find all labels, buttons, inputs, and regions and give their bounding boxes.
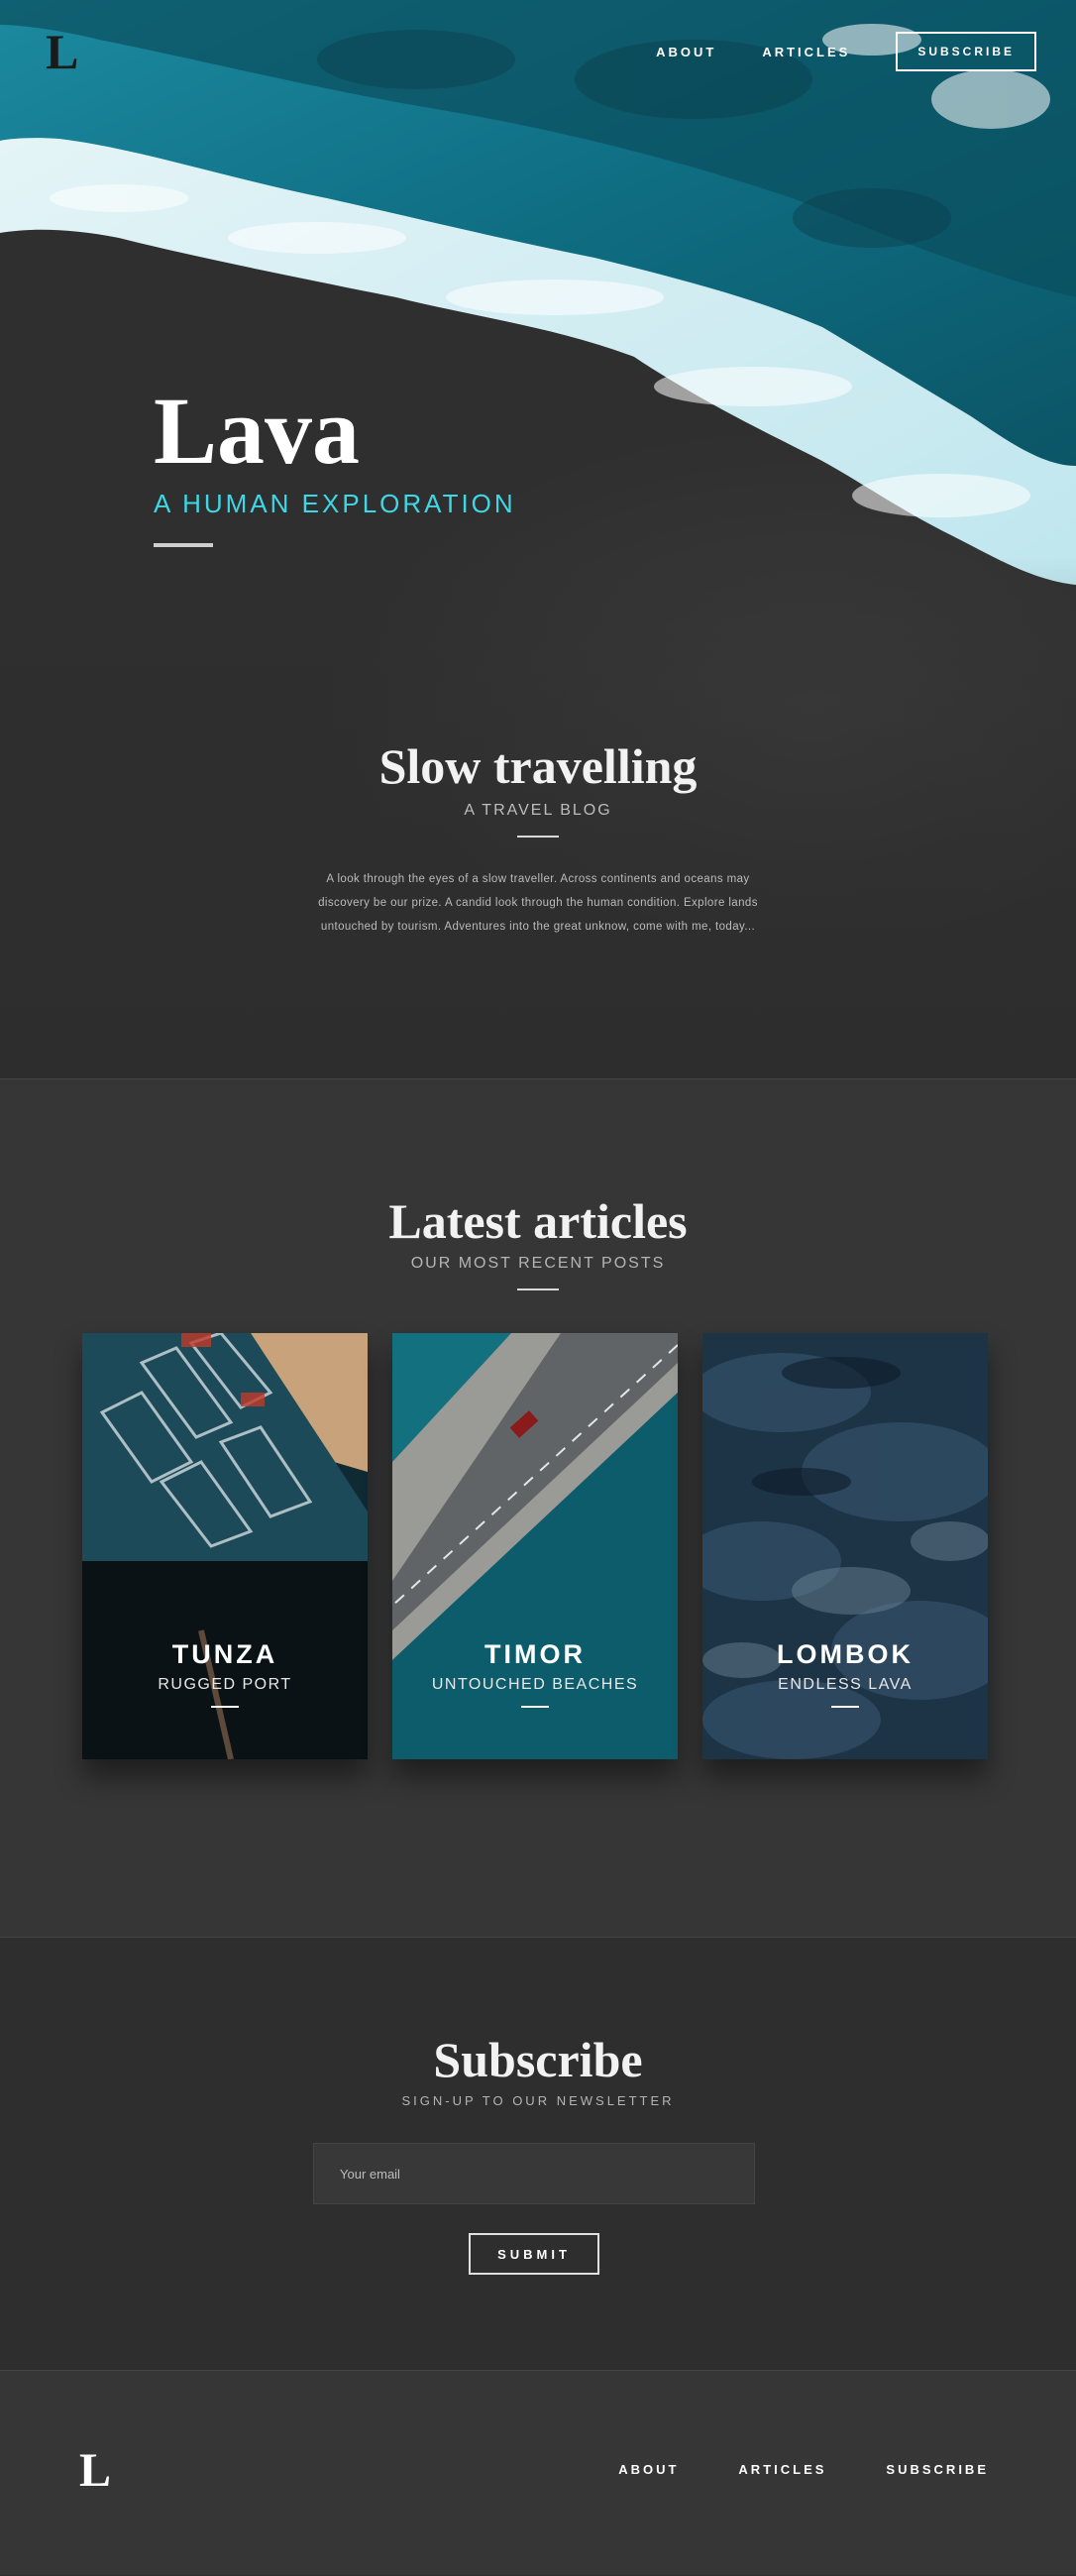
article-cards: TUNZA RUGGED PORT TIMOR UNTOUCHED BEACHE… bbox=[82, 1333, 994, 1759]
intro-subtitle: A TRAVEL BLOG bbox=[464, 802, 612, 819]
brand-title: Lava bbox=[154, 378, 361, 484]
top-nav: L ABOUT ARTICLES SUBSCRIBE bbox=[0, 27, 1076, 76]
brand-subtitle: A HUMAN EXPLORATION bbox=[154, 489, 516, 518]
articles-subtitle: OUR MOST RECENT POSTS bbox=[410, 1255, 666, 1272]
subscribe-subtitle: SIGN-UP TO OUR NEWSLETTER bbox=[401, 2093, 675, 2108]
footer-logo[interactable]: L bbox=[79, 2446, 111, 2496]
logo[interactable]: L bbox=[46, 27, 78, 76]
subscribe-header: Subscribe SIGN-UP TO OUR NEWSLETTER bbox=[0, 2032, 1076, 2108]
article-card-tunza[interactable]: TUNZA RUGGED PORT bbox=[82, 1333, 368, 1759]
articles-title: Latest articles bbox=[388, 1193, 688, 1249]
articles-divider bbox=[517, 1288, 559, 1290]
subscribe-section: Subscribe SIGN-UP TO OUR NEWSLETTER Your… bbox=[0, 1938, 1076, 2371]
articles-header: Latest articles OUR MOST RECENT POSTS bbox=[0, 1193, 1076, 1290]
footer-articles-link[interactable]: ARTICLES bbox=[738, 2462, 826, 2477]
article-card-lombok[interactable]: LOMBOK ENDLESS LAVA bbox=[702, 1333, 988, 1759]
subscribe-title: Subscribe bbox=[433, 2032, 643, 2087]
footer: L ABOUT ARTICLES SUBSCRIBE bbox=[0, 2371, 1076, 2575]
intro-title: Slow travelling bbox=[378, 738, 698, 794]
card-text: LOMBOK ENDLESS LAVA bbox=[702, 1639, 988, 1708]
card-subtitle: UNTOUCHED BEACHES bbox=[431, 1676, 639, 1693]
card-divider bbox=[831, 1706, 859, 1708]
submit-button[interactable]: SUBMIT bbox=[469, 2233, 599, 2275]
card-title: TUNZA bbox=[171, 1639, 278, 1669]
footer-links: ABOUT ARTICLES SUBSCRIBE bbox=[559, 2462, 989, 2477]
brand-block: Lava A HUMAN EXPLORATION bbox=[154, 382, 516, 547]
card-subtitle: ENDLESS LAVA bbox=[778, 1676, 913, 1693]
footer-about-link[interactable]: ABOUT bbox=[618, 2462, 679, 2477]
nav-about-link[interactable]: ABOUT bbox=[656, 45, 716, 59]
footer-subscribe-link[interactable]: SUBSCRIBE bbox=[886, 2462, 989, 2477]
article-card-timor[interactable]: TIMOR UNTOUCHED BEACHES bbox=[392, 1333, 678, 1759]
intro-block: Slow travelling A TRAVEL BLOG A look thr… bbox=[0, 738, 1076, 939]
card-text: TIMOR UNTOUCHED BEACHES bbox=[392, 1639, 678, 1708]
card-subtitle: RUGGED PORT bbox=[158, 1676, 292, 1693]
nav-articles-link[interactable]: ARTICLES bbox=[762, 45, 850, 59]
intro-body: A look through the eyes of a slow travel… bbox=[318, 873, 758, 933]
hero-section: L ABOUT ARTICLES SUBSCRIBE Lava A HUMAN … bbox=[0, 0, 1076, 1078]
nav-subscribe-button[interactable]: SUBSCRIBE bbox=[896, 32, 1036, 71]
card-title: TIMOR bbox=[484, 1639, 586, 1669]
card-divider bbox=[211, 1706, 239, 1708]
card-title: LOMBOK bbox=[777, 1639, 914, 1669]
articles-section: Latest articles OUR MOST RECENT POSTS TU… bbox=[0, 1078, 1076, 1938]
nav-links: ABOUT ARTICLES SUBSCRIBE bbox=[610, 30, 1036, 73]
card-divider bbox=[521, 1706, 549, 1708]
email-input[interactable]: Your email bbox=[313, 2143, 755, 2204]
brand-divider bbox=[154, 543, 213, 547]
intro-divider bbox=[517, 836, 559, 838]
card-text: TUNZA RUGGED PORT bbox=[82, 1639, 368, 1708]
